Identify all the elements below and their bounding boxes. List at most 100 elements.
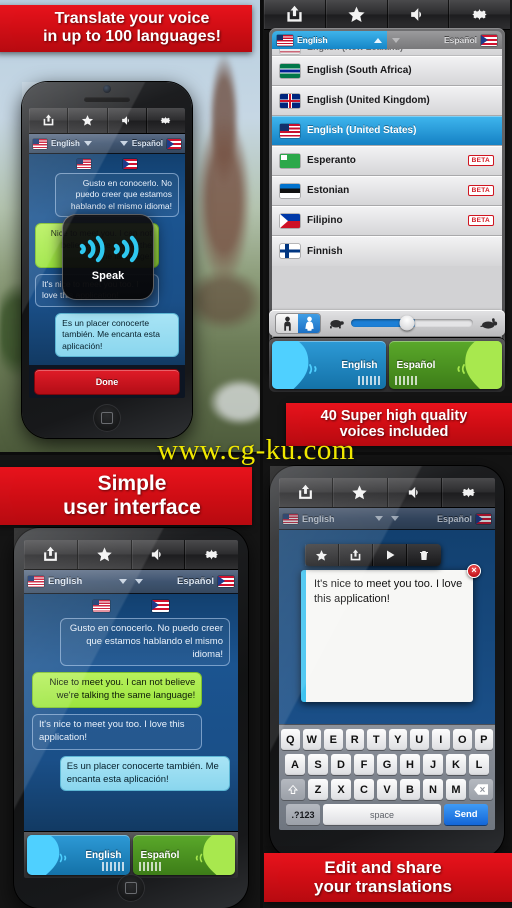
source-language-selector[interactable]: English <box>29 134 107 153</box>
chat-bubble[interactable]: Gusto en conocerlo. No puedo creer que e… <box>55 173 179 218</box>
play-button[interactable] <box>373 544 407 566</box>
key-p[interactable]: P <box>474 729 493 750</box>
speak-button-target[interactable]: Español <box>388 341 502 389</box>
list-item-selected[interactable]: English (United States) <box>272 116 502 146</box>
list-item[interactable]: Filipino BETA <box>272 206 502 236</box>
list-item[interactable]: Esperanto BETA <box>272 146 502 176</box>
list-item[interactable]: English (South Africa) <box>272 56 502 86</box>
speed-slider[interactable] <box>351 315 473 331</box>
key-z[interactable]: Z <box>308 779 328 800</box>
key-t[interactable]: T <box>367 729 386 750</box>
chat-bubble[interactable]: Es un placer conocerte también. Me encan… <box>59 755 230 792</box>
share-button[interactable] <box>264 0 326 29</box>
settings-button[interactable] <box>185 540 238 569</box>
list-item[interactable]: Estonian BETA <box>272 176 502 206</box>
slider-handle[interactable] <box>399 315 415 331</box>
list-item[interactable]: English (United Kingdom) <box>272 86 502 116</box>
key-x[interactable]: X <box>331 779 351 800</box>
settings-button[interactable] <box>449 0 510 29</box>
key-k[interactable]: K <box>446 754 466 775</box>
target-language-selector[interactable]: Español <box>107 134 185 153</box>
share-icon <box>287 5 302 22</box>
key-u[interactable]: U <box>410 729 429 750</box>
key-w[interactable]: W <box>302 729 321 750</box>
speak-button-source[interactable]: English <box>27 835 130 875</box>
speak-button-source[interactable]: English <box>272 341 386 389</box>
key-j[interactable]: J <box>423 754 443 775</box>
key-r[interactable]: R <box>345 729 364 750</box>
delete-button[interactable] <box>407 544 441 566</box>
favorite-button[interactable] <box>305 544 339 566</box>
space-key[interactable]: space <box>323 804 441 825</box>
keyboard-icon[interactable] <box>394 376 417 385</box>
chat-bubble[interactable]: It's nice to meet you too. I love this a… <box>32 714 203 750</box>
iphone-device-edit: English Español × It's nice to meet you … <box>270 466 504 858</box>
share-button[interactable] <box>24 540 78 569</box>
key-o[interactable]: O <box>453 729 472 750</box>
source-language-selector[interactable]: English <box>24 570 131 593</box>
key-h[interactable]: H <box>400 754 420 775</box>
settings-button[interactable] <box>442 478 495 507</box>
chat-bubble[interactable]: Es un placer conocerte también. Me encan… <box>55 312 179 358</box>
gear-icon <box>472 8 487 21</box>
send-key[interactable]: Send <box>444 804 488 825</box>
edit-textarea[interactable]: It's nice to meet you too. I love this a… <box>301 570 473 702</box>
key-i[interactable]: I <box>431 729 450 750</box>
share-button[interactable] <box>279 478 334 507</box>
ribbon-notch <box>0 467 18 526</box>
favorite-button[interactable] <box>68 108 108 133</box>
backspace-key[interactable] <box>469 779 493 800</box>
speaker-button[interactable] <box>132 540 186 569</box>
key-l[interactable]: L <box>469 754 489 775</box>
sound-wave-group <box>76 232 140 266</box>
home-button[interactable] <box>117 874 145 902</box>
shift-key[interactable] <box>281 779 305 800</box>
keyboard-icon[interactable] <box>101 862 124 871</box>
target-language-selector[interactable]: Español <box>131 570 238 593</box>
conversation-list[interactable]: Gusto en conocerlo. No puedo creer que e… <box>24 594 238 831</box>
voice-gender-toggle[interactable] <box>275 312 321 334</box>
female-voice-icon <box>304 316 314 331</box>
home-button[interactable] <box>93 404 121 432</box>
list-item[interactable]: Finnish <box>272 236 502 266</box>
chat-bubble[interactable]: Nice to meet you. I can not believe we'r… <box>32 672 203 709</box>
share-button[interactable] <box>339 544 373 566</box>
gear-icon <box>161 116 171 125</box>
picker-target-tab[interactable]: Español <box>387 31 502 49</box>
key-y[interactable]: Y <box>388 729 407 750</box>
key-s[interactable]: S <box>308 754 328 775</box>
settings-button[interactable] <box>147 108 185 133</box>
source-language-selector[interactable]: English <box>279 508 387 529</box>
female-voice-option[interactable] <box>298 313 320 333</box>
chat-bubble[interactable]: Gusto en conocerlo. No puedo creer que e… <box>59 618 230 667</box>
key-f[interactable]: F <box>354 754 374 775</box>
speaker-button[interactable] <box>388 0 450 29</box>
key-g[interactable]: G <box>377 754 397 775</box>
share-button[interactable] <box>29 108 69 133</box>
key-b[interactable]: B <box>400 779 420 800</box>
key-e[interactable]: E <box>324 729 343 750</box>
male-voice-option[interactable] <box>276 313 298 333</box>
numbers-key[interactable]: .?123 <box>286 804 320 825</box>
speak-overlay[interactable]: Speak <box>62 214 154 300</box>
speaker-button[interactable] <box>388 478 442 507</box>
key-q[interactable]: Q <box>281 729 300 750</box>
speaker-button[interactable] <box>108 108 147 133</box>
close-button[interactable]: × <box>467 564 481 578</box>
done-button[interactable]: Done <box>34 369 180 395</box>
key-a[interactable]: A <box>285 754 305 775</box>
favorite-button[interactable] <box>333 478 388 507</box>
keyboard-icon[interactable] <box>138 862 161 871</box>
target-language-selector[interactable]: Español <box>387 508 495 529</box>
key-v[interactable]: V <box>377 779 397 800</box>
picker-source-tab[interactable]: English <box>272 31 387 49</box>
flag-us-icon <box>77 159 91 169</box>
key-m[interactable]: M <box>446 779 466 800</box>
key-d[interactable]: D <box>331 754 351 775</box>
speak-button-target[interactable]: Español <box>132 835 235 875</box>
key-n[interactable]: N <box>423 779 443 800</box>
favorite-button[interactable] <box>326 0 388 29</box>
key-c[interactable]: C <box>354 779 374 800</box>
keyboard-icon[interactable] <box>357 376 380 385</box>
favorite-button[interactable] <box>78 540 132 569</box>
